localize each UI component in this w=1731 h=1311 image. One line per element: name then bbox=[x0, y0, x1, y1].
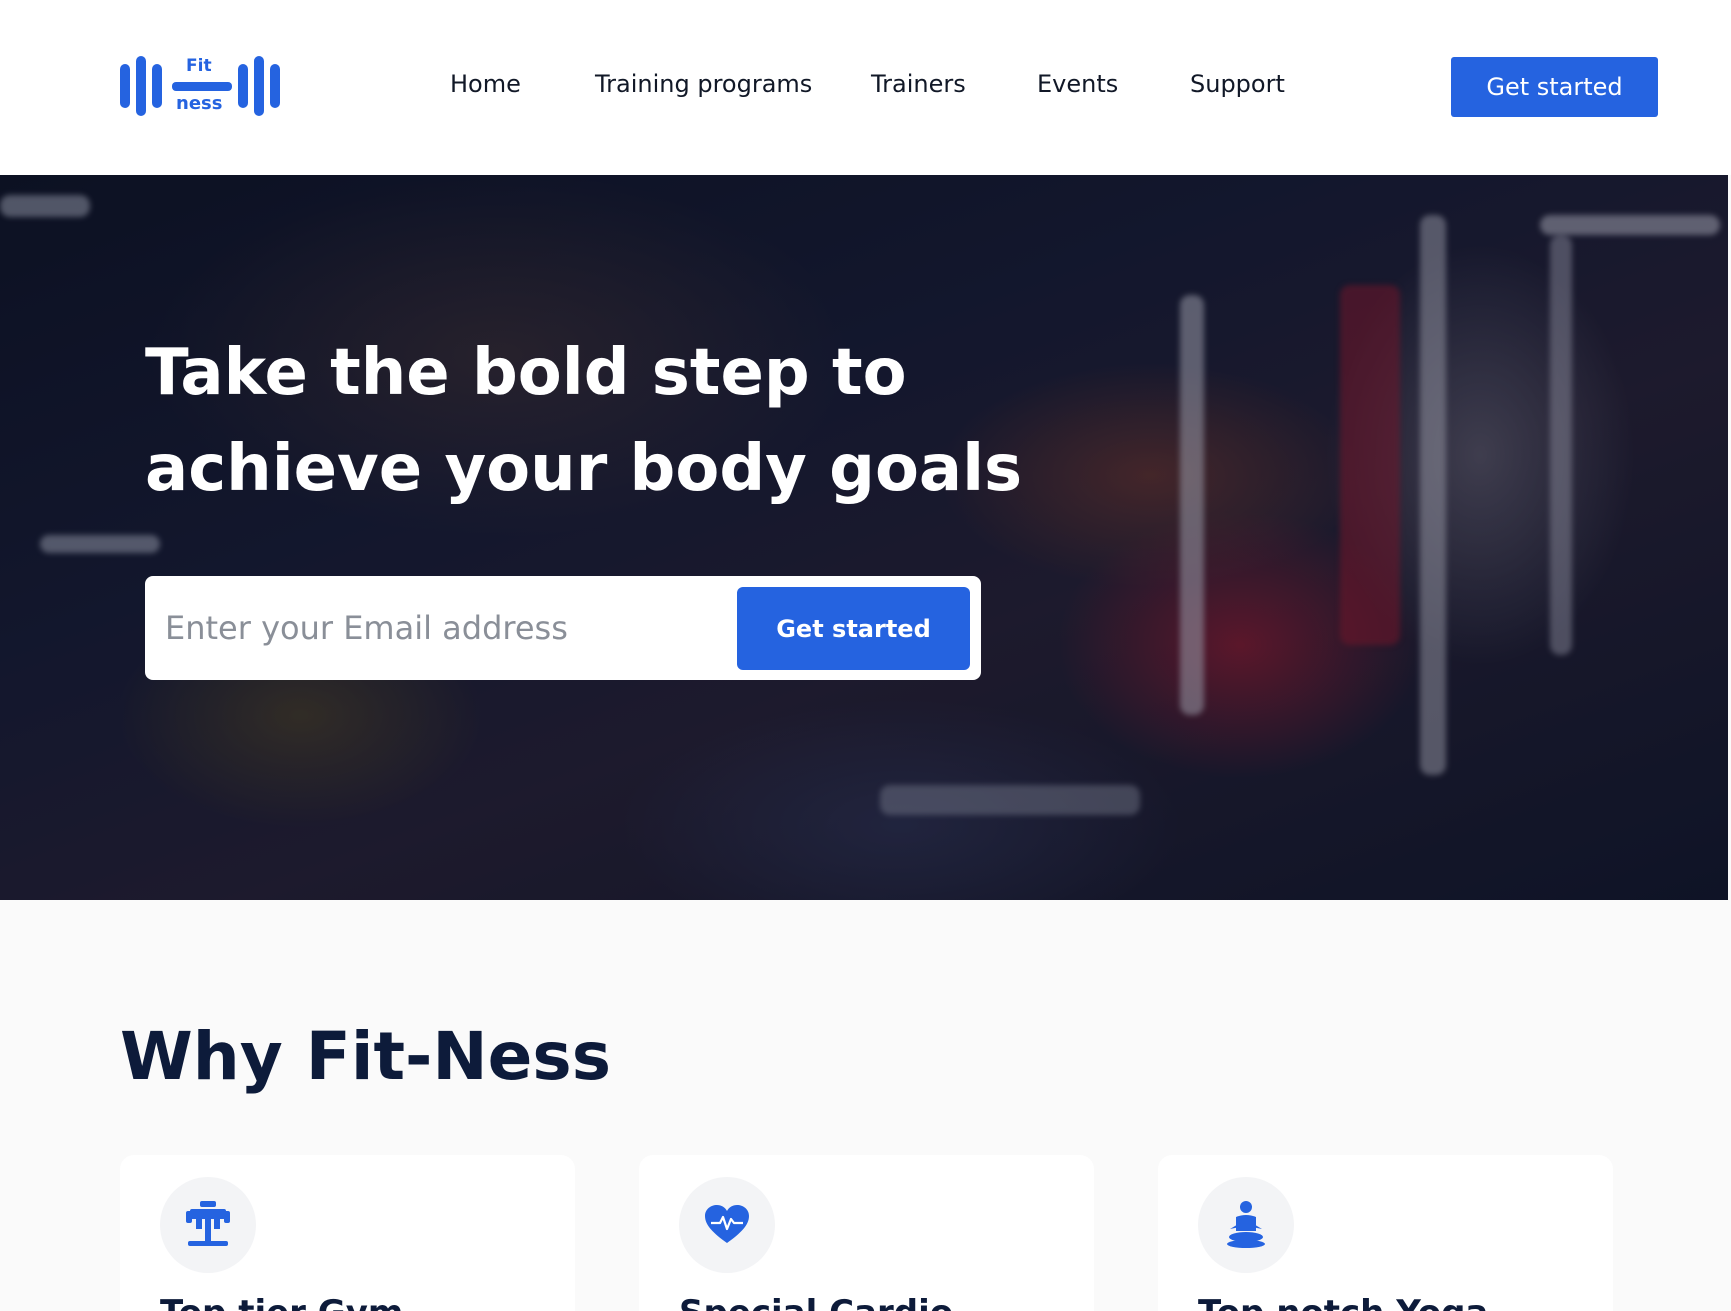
gym-machine-icon bbox=[186, 1201, 230, 1246]
logo-bar bbox=[120, 64, 130, 108]
feature-card[interactable]: Top notch Yoga bbox=[1158, 1155, 1613, 1311]
logo-bar bbox=[238, 64, 248, 108]
logo-text-bottom: ness bbox=[176, 93, 223, 114]
logo-bar bbox=[254, 56, 264, 116]
email-signup-form: Get started bbox=[145, 576, 981, 680]
card-title: Top tier Gym bbox=[160, 1293, 403, 1311]
nav-trainers[interactable]: Trainers bbox=[871, 70, 966, 98]
nav-support[interactable]: Support bbox=[1190, 70, 1285, 98]
logo-bar bbox=[270, 64, 280, 108]
nav-home[interactable]: Home bbox=[450, 70, 521, 98]
heart-pulse-icon bbox=[705, 1205, 749, 1243]
icon-circle bbox=[1198, 1177, 1294, 1273]
hero-title: Take the bold step to achieve your body … bbox=[145, 336, 1023, 506]
hero-overlay bbox=[0, 175, 1728, 900]
logo-bar bbox=[136, 56, 146, 116]
hero-get-started-button[interactable]: Get started bbox=[737, 587, 970, 670]
nav-training-programs[interactable]: Training programs bbox=[595, 70, 812, 98]
feature-card[interactable]: Top tier Gym bbox=[120, 1155, 575, 1311]
hero-banner: Take the bold step to achieve your body … bbox=[0, 175, 1728, 900]
card-title: Top notch Yoga bbox=[1198, 1293, 1488, 1311]
nav-events[interactable]: Events bbox=[1037, 70, 1118, 98]
logo-text-top: Fit bbox=[186, 56, 212, 76]
email-input[interactable] bbox=[165, 594, 665, 662]
card-title: Special Cardio bbox=[679, 1293, 953, 1311]
fitness-logo[interactable]: Fit ness bbox=[120, 56, 285, 118]
yoga-person-icon bbox=[1227, 1201, 1265, 1248]
section-title: Why Fit-Ness bbox=[120, 1018, 612, 1095]
logo-bar bbox=[172, 82, 232, 91]
site-header: Fit ness Home Training programs Trainers… bbox=[0, 0, 1731, 175]
get-started-button[interactable]: Get started bbox=[1451, 57, 1658, 117]
feature-card[interactable]: Special Cardio bbox=[639, 1155, 1094, 1311]
logo-bar bbox=[152, 64, 162, 108]
icon-circle bbox=[160, 1177, 256, 1273]
icon-circle bbox=[679, 1177, 775, 1273]
